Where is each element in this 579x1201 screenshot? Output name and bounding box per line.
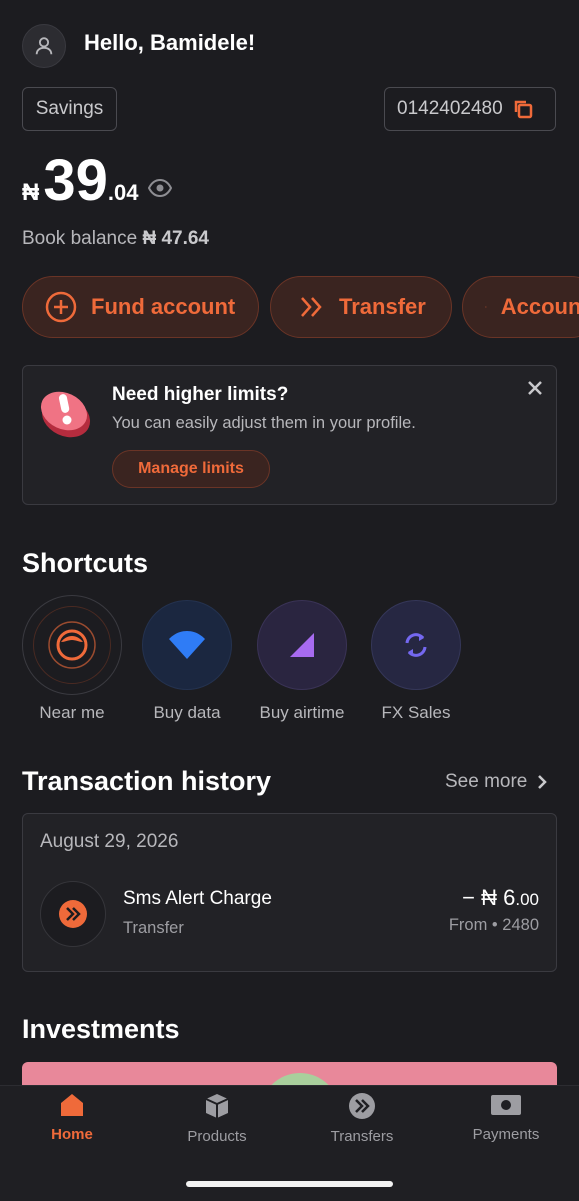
book-balance-label: Book balance xyxy=(22,228,138,249)
transfer-label: Transfer xyxy=(339,294,426,319)
transaction-row-icon xyxy=(40,881,106,947)
copy-icon[interactable] xyxy=(513,99,533,119)
eye-icon[interactable] xyxy=(148,179,173,197)
transaction-amount-main: − ₦ 6 xyxy=(462,885,516,910)
shortcut-label-buy-airtime: Buy airtime xyxy=(259,703,345,722)
menu-lines-icon xyxy=(485,306,487,308)
nav-products-label: Products xyxy=(187,1128,247,1145)
near-me-ring xyxy=(33,606,111,684)
nav-payments-label: Payments xyxy=(472,1126,540,1143)
transaction-amount-decimal: .00 xyxy=(515,890,539,909)
fund-account-button[interactable]: Fund account xyxy=(22,276,259,338)
balance-whole: 39 xyxy=(43,148,108,213)
transfer-circle-icon xyxy=(59,900,87,928)
home-indicator[interactable] xyxy=(186,1181,393,1187)
accounts-button[interactable]: Accounts xyxy=(462,276,579,338)
shortcut-buy-data[interactable] xyxy=(142,600,232,690)
book-balance-value: ₦ 47.64 xyxy=(142,228,209,249)
manage-limits-button[interactable]: Manage limits xyxy=(112,450,270,488)
location-face-icon xyxy=(48,621,96,669)
exchange-icon xyxy=(405,633,427,657)
signal-icon xyxy=(290,633,314,657)
see-more-label: See more xyxy=(445,771,528,792)
shortcut-buy-airtime[interactable] xyxy=(257,600,347,690)
nav-products[interactable]: Products xyxy=(162,1092,272,1145)
nav-transfers[interactable]: Transfers xyxy=(307,1092,417,1145)
nav-home[interactable]: Home xyxy=(17,1092,127,1143)
account-number-chip[interactable]: 0142402480 xyxy=(384,87,556,131)
box-icon xyxy=(205,1094,229,1118)
shortcut-fx-sales[interactable] xyxy=(371,600,461,690)
nav-payments[interactable]: Payments xyxy=(451,1092,561,1143)
shortcut-label-near-me: Near me xyxy=(39,703,105,722)
limits-banner xyxy=(22,365,557,505)
double-chevron-icon xyxy=(301,297,322,317)
close-icon[interactable] xyxy=(524,377,546,399)
fund-account-label: Fund account xyxy=(91,294,236,319)
nav-transfers-label: Transfers xyxy=(330,1128,394,1145)
transaction-amount: − ₦ 6.00 xyxy=(462,885,539,911)
payments-icon xyxy=(491,1095,521,1115)
transfer-nav-icon xyxy=(349,1093,375,1119)
shortcut-label-buy-data: Buy data xyxy=(153,703,221,722)
transaction-source: From • 2480 xyxy=(448,916,539,934)
accounts-label: Accounts xyxy=(500,294,579,319)
shortcut-near-me[interactable] xyxy=(22,595,122,695)
shortcut-label-fx-sales: FX Sales xyxy=(381,703,451,722)
transfer-button[interactable]: Transfer xyxy=(270,276,452,338)
plus-circle-icon xyxy=(45,291,77,323)
transaction-history-title: Transaction history xyxy=(22,766,272,796)
shortcuts-title: Shortcuts xyxy=(22,548,149,578)
avatar[interactable] xyxy=(22,24,66,68)
limits-title: Need higher limits? xyxy=(112,384,289,405)
greeting: Hello, Bamidele! xyxy=(84,30,256,55)
home-icon xyxy=(61,1094,83,1116)
account-number: 0142402480 xyxy=(397,98,503,119)
chevron-right-icon xyxy=(538,775,548,789)
balance-display: ₦ 39 .04 xyxy=(22,148,173,213)
book-balance: Book balance ₦ 47.64 xyxy=(22,228,209,250)
user-icon xyxy=(35,37,53,55)
investments-title: Investments xyxy=(22,1014,180,1044)
transaction-title[interactable]: Sms Alert Charge xyxy=(123,888,272,910)
nav-home-label: Home xyxy=(51,1126,93,1143)
transaction-date: August 29, 2026 xyxy=(40,831,179,852)
limits-text: You can easily adjust them in your profi… xyxy=(112,414,416,432)
balance-decimal: .04 xyxy=(107,180,139,205)
see-more-link[interactable]: See more xyxy=(445,771,548,793)
alert-icon xyxy=(38,383,94,444)
currency-symbol: ₦ xyxy=(22,179,40,206)
transaction-type: Transfer xyxy=(123,919,184,937)
wifi-icon xyxy=(169,631,205,659)
account-type-selector[interactable]: Savings xyxy=(22,87,117,131)
